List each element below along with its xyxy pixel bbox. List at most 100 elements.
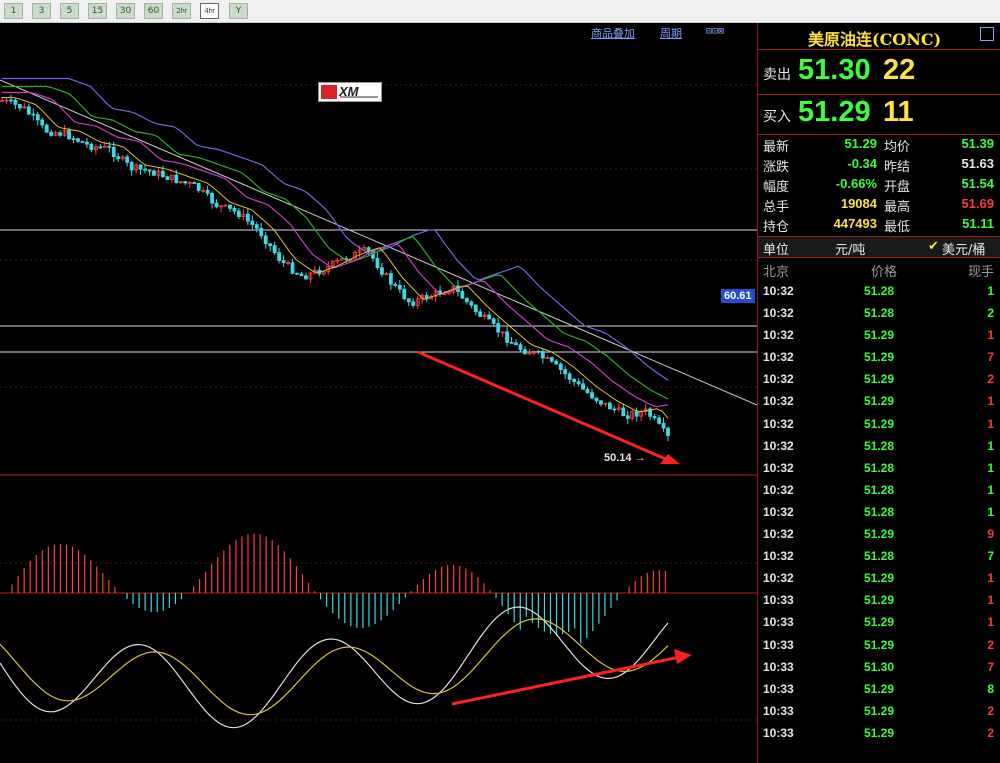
tick-row[interactable]: 10:33 51.30 7 (758, 657, 1000, 679)
period-button-30[interactable]: 30 (116, 3, 135, 19)
period-button-1[interactable]: 1 (4, 3, 23, 19)
tick-row[interactable]: 10:32 51.29 2 (758, 369, 1000, 391)
candle (272, 245, 277, 254)
tick-row[interactable]: 10:33 51.29 8 (758, 679, 1000, 701)
ma-line-magenta (2, 91, 669, 408)
tick-row[interactable]: 10:33 51.29 1 (758, 612, 1000, 634)
price-level-label: 60.61 (721, 289, 755, 303)
period-button-60[interactable]: 60 (144, 3, 163, 19)
tick-time: 10:33 (763, 703, 794, 718)
tick-row[interactable]: 10:32 51.28 2 (758, 303, 1000, 325)
candle (505, 331, 509, 343)
stat-value: -0.66% (835, 176, 877, 191)
tick-row[interactable]: 10:32 51.29 1 (758, 325, 1000, 347)
candle (250, 220, 255, 226)
candle (9, 99, 13, 102)
tick-qty: 9 (987, 527, 994, 542)
candle (487, 314, 492, 320)
tick-qty: 2 (987, 372, 994, 387)
tick-price: 51.28 (864, 284, 895, 298)
candle (17, 104, 22, 109)
period-button-3[interactable]: 3 (32, 3, 51, 19)
tick-time: 10:32 (763, 372, 794, 387)
tick-price: 51.29 (864, 637, 895, 652)
tick-row[interactable]: 10:32 51.29 1 (758, 391, 1000, 413)
stats-row: 最新 51.29 均价 51.39 (758, 134, 1000, 155)
tick-price: 51.30 (864, 659, 895, 674)
tick-time: 10:33 (763, 637, 794, 652)
period-link[interactable]: 周期 (660, 25, 682, 41)
panel-title-bar: 美原油连(CONC) (758, 23, 1000, 50)
candle (13, 99, 18, 105)
panel-toggle-icon[interactable] (980, 27, 994, 41)
window-control-icons[interactable]: ⊟⊡⊠ (706, 26, 724, 37)
annotation-arrow-down (417, 350, 669, 462)
tick-row[interactable]: 10:32 51.28 1 (758, 502, 1000, 524)
candle (590, 392, 594, 399)
period-button-5[interactable]: 5 (60, 3, 79, 19)
tick-row[interactable]: 10:33 51.29 2 (758, 701, 1000, 723)
tick-row[interactable]: 10:32 51.29 7 (758, 347, 1000, 369)
chart-area[interactable] (0, 23, 757, 763)
unit-option-cny[interactable]: 元/吨 (835, 239, 865, 258)
sell-quote: 卖出 51.30 22 (758, 50, 1000, 95)
stat-label: 总手 (763, 200, 790, 215)
tick-row[interactable]: 10:32 51.28 1 (758, 281, 1000, 303)
stat-value: 51.69 (961, 196, 994, 211)
tick-row[interactable]: 10:32 51.29 1 (758, 568, 1000, 590)
tick-price: 51.29 (864, 571, 895, 586)
tick-time: 10:32 (763, 350, 794, 365)
candle (49, 131, 54, 136)
dea-line (0, 618, 669, 716)
period-button-15[interactable]: 15 (88, 3, 107, 19)
tick-time: 10:32 (763, 328, 794, 343)
kline-chart[interactable] (0, 23, 757, 763)
overlay-link[interactable]: 商品叠加 (591, 25, 635, 41)
candle (460, 291, 465, 299)
tick-row[interactable]: 10:33 51.29 2 (758, 723, 1000, 745)
tick-row[interactable]: 10:32 51.29 9 (758, 524, 1000, 546)
candle (397, 284, 402, 290)
candle (210, 192, 214, 204)
candle (549, 357, 554, 362)
candle (85, 141, 89, 145)
tick-price: 51.29 (864, 328, 895, 343)
ticks-list[interactable]: 10:32 51.28 1 10:32 51.28 2 10:32 51.29 1 10:32 51… (758, 281, 1000, 745)
sell-label: 卖出 (763, 67, 791, 83)
tick-price: 51.29 (864, 372, 895, 387)
candle (26, 106, 31, 115)
candle (388, 273, 393, 285)
stats-table: 最新 51.29 均价 51.39 涨跌 -0.34 昨结 51.63 幅度 -0.66% 开盘 51… (758, 134, 1000, 235)
tick-row[interactable]: 10:32 51.28 1 (758, 458, 1000, 480)
tick-price: 51.29 (864, 527, 895, 542)
stat-label: 持仓 (763, 220, 790, 235)
dif-line (0, 606, 669, 729)
tick-row[interactable]: 10:32 51.29 1 (758, 414, 1000, 436)
stats-row: 总手 19084 最高 51.69 (758, 194, 1000, 215)
tick-row[interactable]: 10:32 51.28 1 (758, 480, 1000, 502)
tick-row[interactable]: 10:33 51.29 2 (758, 635, 1000, 657)
tick-time: 10:33 (763, 615, 794, 630)
period-button-4hr[interactable]: 4hr (200, 3, 219, 19)
candle (652, 416, 657, 419)
sell-price: 51.30 (798, 54, 871, 86)
period-button-2hr[interactable]: 2hr (172, 3, 191, 19)
candle (491, 318, 496, 324)
tick-row[interactable]: 10:32 51.28 1 (758, 436, 1000, 458)
period-button-Y[interactable]: Y (229, 3, 248, 19)
quote-panel: 美原油连(CONC) 卖出 51.30 22 买入 51.29 11 最新 51.… (757, 23, 1000, 763)
stat-label: 最高 (884, 200, 911, 215)
candle (478, 311, 483, 317)
tick-row[interactable]: 10:32 51.28 7 (758, 546, 1000, 568)
candle (402, 288, 407, 300)
tick-price: 51.28 (864, 306, 895, 321)
tick-row[interactable]: 10:33 51.29 1 (758, 590, 1000, 612)
tick-time: 10:32 (763, 571, 794, 586)
unit-option-usd[interactable]: 美元/桶 (942, 239, 985, 258)
candle (304, 275, 308, 280)
tick-price: 51.29 (864, 615, 895, 630)
tick-price: 51.28 (864, 549, 895, 564)
annotation-arrow-up (451, 655, 681, 706)
candle (152, 170, 156, 176)
candle (366, 247, 371, 252)
